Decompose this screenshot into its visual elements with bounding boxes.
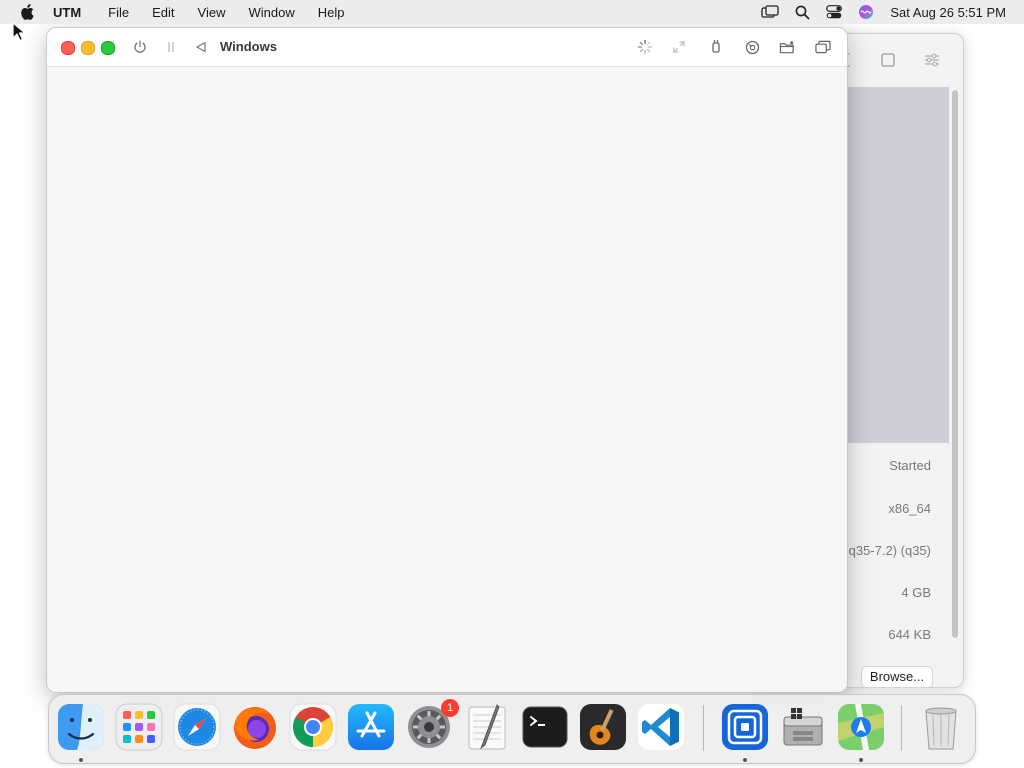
mouse-cursor-icon [12,22,26,42]
maps-icon[interactable] [837,703,885,751]
siri-icon[interactable] [858,4,874,20]
notification-badge: 1 [441,699,459,717]
menu-app-name[interactable]: UTM [53,5,81,20]
scrollbar[interactable] [952,90,958,638]
dock-separator [901,705,902,751]
dock-separator [703,705,704,751]
vm-architecture-value: x86_64 [888,501,931,516]
trash-icon[interactable] [917,703,965,751]
launchpad-icon[interactable] [115,703,163,751]
window-icon[interactable] [881,53,895,67]
menu-help[interactable]: Help [318,5,345,20]
settings-sliders-icon[interactable] [924,53,940,67]
vm-window-titlebar[interactable]: Windows [47,28,847,67]
vm-machine-value: (q35-7.2) (q35) [844,543,931,558]
firefox-icon[interactable] [231,703,279,751]
display-spinner-icon[interactable] [637,39,653,55]
apple-menu-icon[interactable] [20,4,34,20]
browse-button[interactable]: Browse... [861,666,933,688]
zoom-button[interactable] [101,41,115,55]
vm-screenshot-preview [847,87,949,443]
menu-edit[interactable]: Edit [152,5,174,20]
power-icon[interactable] [132,39,148,55]
chrome-icon[interactable] [289,703,337,751]
menu-window[interactable]: Window [248,5,294,20]
restart-icon[interactable] [193,39,209,55]
system-settings-icon[interactable]: 1 [405,699,459,751]
close-button[interactable] [61,41,75,55]
windows-icon[interactable] [815,39,831,55]
safari-icon[interactable] [173,703,221,751]
terminal-icon[interactable] [521,703,569,751]
screen-mirroring-icon[interactable] [761,5,780,19]
textedit-icon[interactable] [463,703,511,751]
dock: 1 [48,694,976,764]
minimize-button[interactable] [81,41,95,55]
utm-icon[interactable] [721,703,769,751]
vm-status-value: Started [889,458,931,473]
boot-camp-assistant-icon[interactable] [779,703,827,751]
vm-size-value: 644 KB [888,627,931,642]
utm-running-indicator [743,758,747,762]
shared-folder-icon[interactable] [779,39,795,55]
app-store-icon[interactable] [347,703,395,751]
menu-file[interactable]: File [108,5,129,20]
finder-icon[interactable] [57,703,105,751]
spotlight-search-icon[interactable] [795,5,810,20]
finder-running-indicator [79,758,83,762]
vm-window: Windows [46,27,848,693]
vm-window-title: Windows [220,39,277,54]
drive-icon[interactable] [744,39,760,55]
menu-bar: UTM File Edit View Window Help Sat Aug 2… [0,0,1024,24]
maps-running-indicator [859,758,863,762]
menu-clock[interactable]: Sat Aug 26 5:51 PM [890,5,1006,20]
menu-view[interactable]: View [198,5,226,20]
resize-icon[interactable] [671,39,687,55]
vm-display-area[interactable] [47,67,847,692]
control-center-icon[interactable] [826,5,843,19]
vscode-icon[interactable] [637,703,685,751]
pause-icon[interactable] [163,39,179,55]
garageband-icon[interactable] [579,703,627,751]
vm-memory-value: 4 GB [901,585,931,600]
usb-icon[interactable] [708,39,724,55]
